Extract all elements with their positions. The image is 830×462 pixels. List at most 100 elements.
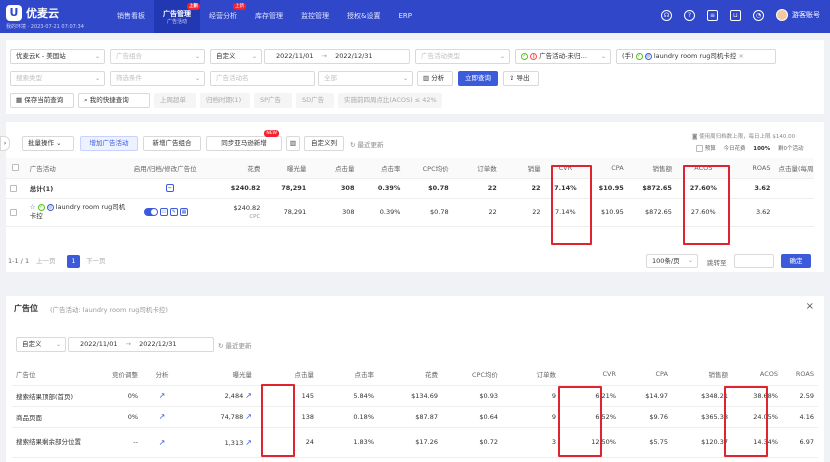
row-checkbox[interactable] xyxy=(10,184,17,192)
date-end[interactable]: 2022/12/31 xyxy=(335,52,372,60)
cart-icon[interactable]: ⊔ xyxy=(730,9,741,21)
prev-page-button[interactable]: 上一页 xyxy=(36,255,56,268)
col-roas[interactable]: ROAS xyxy=(730,158,775,179)
quick-tag-3[interactable]: SD广告 xyxy=(296,93,334,108)
placement-date-end[interactable]: 2022/12/31 xyxy=(139,340,176,348)
my-quick-query-button[interactable]: ⌕ 我的快捷查询 xyxy=(78,93,150,108)
close-icon[interactable]: × xyxy=(806,301,814,312)
page-size-select[interactable]: 100条/页 ⌄ xyxy=(646,254,698,268)
nav-business-analysis[interactable]: 经营分析 上新 xyxy=(200,0,246,33)
add-portfolio-button[interactable]: 新增广告组合 xyxy=(143,136,201,151)
tag-prefix: (手) xyxy=(622,52,634,60)
col-acos[interactable]: ACOS xyxy=(675,158,731,179)
batch-operation-button[interactable]: 批量操作 ⌄ xyxy=(22,136,74,151)
next-page-button[interactable]: 下一页 xyxy=(86,255,106,268)
refresh-icon: ↻ xyxy=(218,342,224,350)
placement-icon[interactable]: ▦ xyxy=(179,208,188,216)
col-cpa[interactable]: CPA xyxy=(586,158,628,179)
table-row[interactable]: ☆ ✓ ◎ laundry room rug司机卡控 ▭ ✎ ▦ $240.82… xyxy=(6,198,814,227)
custom-columns-button[interactable]: 自定义列 xyxy=(304,136,344,151)
col-impressions[interactable]: 曝光量 xyxy=(264,158,311,179)
add-campaign-button[interactable]: 增加广告活动 xyxy=(80,136,138,151)
date-range-picker[interactable]: 2022/11/01 → 2022/12/31 xyxy=(264,49,410,64)
col-spend[interactable]: 花费 xyxy=(222,158,265,179)
help-icon[interactable]: ? xyxy=(684,9,695,21)
jump-page-input[interactable] xyxy=(734,254,774,268)
placement-date-range[interactable]: 2022/11/01 → 2022/12/31 xyxy=(68,337,214,352)
nav-erp[interactable]: ERP xyxy=(389,0,421,33)
search-type-select[interactable]: 搜索类型 ⌄ xyxy=(10,71,105,86)
avatar[interactable] xyxy=(776,9,788,21)
column-chart-icon[interactable]: ▥ xyxy=(286,136,300,151)
budget-checkbox[interactable] xyxy=(696,145,703,152)
analyze-button[interactable]: ▥ 分析 xyxy=(417,71,453,86)
nav-ad-management[interactable]: 广告管理 广告活动 上新 xyxy=(154,0,200,33)
campaign-name-link[interactable]: laundry room rug司机卡控 xyxy=(30,203,126,220)
nav-auth-settings[interactable]: 授权&设置 xyxy=(338,0,389,33)
trend-chart-icon[interactable]: ↗ xyxy=(159,391,166,400)
campaign-name-input[interactable]: 广告活动名 xyxy=(210,71,315,86)
col-cvr[interactable]: CVR xyxy=(544,158,587,179)
collapse-handle[interactable]: › xyxy=(0,136,10,151)
app-logo[interactable]: U 优麦云 xyxy=(6,5,59,21)
close-icon[interactable]: × xyxy=(738,52,743,60)
trend-chart-icon[interactable]: ↗ xyxy=(245,438,252,447)
placement-refresh-link[interactable]: ↻ 最近更新 xyxy=(218,340,252,350)
trend-chart-icon[interactable]: ↗ xyxy=(159,412,166,421)
nav-sales-board[interactable]: 销售看板 xyxy=(108,0,154,33)
placement-date-mode-select[interactable]: 自定义 ⌄ xyxy=(16,337,66,352)
trend-chart-icon[interactable]: ↗ xyxy=(245,391,252,400)
select-all-checkbox[interactable] xyxy=(12,164,20,172)
app-subtitle: 我的环境 · 2023-07-21 07:07:34 xyxy=(6,24,84,30)
campaign-tag-filter[interactable]: (手) ✓ ◎ laundry room rug司机卡控 × xyxy=(616,49,776,64)
chevron-down-icon: ⌄ xyxy=(94,75,100,82)
quick-tag-4[interactable]: 实施前四周点比(ACOS) ≤ 42% xyxy=(338,93,442,108)
quick-tag-1[interactable]: 归档时期(1) xyxy=(200,93,250,108)
col-campaign[interactable]: 广告活动 xyxy=(25,158,130,179)
col-cpc[interactable]: CPC均价 xyxy=(404,158,453,179)
chevron-down-icon: ⌄ xyxy=(194,75,200,82)
star-icon[interactable]: ☆ xyxy=(30,203,36,211)
nav-monitoring[interactable]: 监控管理 xyxy=(292,0,338,33)
trend-chart-icon[interactable]: ↗ xyxy=(245,412,252,421)
chevron-down-icon: ⌄ xyxy=(499,53,505,60)
sync-amazon-button[interactable]: 同步亚马逊新增 NEW xyxy=(206,130,282,151)
refresh-link[interactable]: ↻ 最近更新 xyxy=(350,139,384,149)
campaign-panel: › 批量操作 ⌄ 增加广告活动 新增广告组合 同步亚马逊新增 NEW ▥ 自定义… xyxy=(0,122,824,272)
minus-icon[interactable]: − xyxy=(165,184,174,192)
page-1-button[interactable]: 1 xyxy=(67,255,80,268)
filter-condition-select[interactable]: 筛选条件 ⌄ xyxy=(110,71,205,86)
enable-toggle[interactable] xyxy=(143,208,158,216)
export-button[interactable]: ⇪ 导出 xyxy=(503,71,539,86)
col-orders: 订单数 xyxy=(502,363,560,386)
portfolio-select[interactable]: 广告组合 ⌄ xyxy=(110,49,205,64)
total-label: 总计(1) xyxy=(29,185,54,193)
document-icon[interactable]: ≡ xyxy=(707,9,718,21)
user-name[interactable]: 游客账号 xyxy=(792,10,820,20)
unit-select[interactable]: 全部 ⌄ xyxy=(318,71,413,86)
quick-tag-2[interactable]: SP广告 xyxy=(254,93,292,108)
col-units[interactable]: 销量 xyxy=(500,158,545,179)
store-select[interactable]: 优麦云K - 美国站 ⌄ xyxy=(10,49,105,64)
col-orders[interactable]: 订单数 xyxy=(452,158,501,179)
query-button[interactable]: 立即查询 xyxy=(458,71,498,86)
date-start[interactable]: 2022/11/01 xyxy=(276,52,313,60)
headset-icon[interactable]: ☊ xyxy=(661,9,672,21)
placement-date-start[interactable]: 2022/11/01 xyxy=(80,340,117,348)
row-checkbox[interactable] xyxy=(10,208,17,216)
status-filter[interactable]: ✓ ‖ 广告活动-未归… ⌄ xyxy=(515,49,611,64)
nav-inventory[interactable]: 库存管理 xyxy=(246,0,292,33)
bell-icon[interactable]: ◔ xyxy=(753,9,764,21)
col-clicks-weekly[interactable]: 点击量(每周点) xyxy=(774,158,814,179)
col-clicks[interactable]: 点击量 xyxy=(310,158,359,179)
quick-tag-0[interactable]: 上周超单 xyxy=(154,93,196,108)
trend-chart-icon[interactable]: ↗ xyxy=(159,438,166,447)
col-sales[interactable]: 销售额 xyxy=(627,158,676,179)
ad-type-select[interactable]: 广告活动类型 ⌄ xyxy=(415,49,510,64)
archive-icon[interactable]: ▭ xyxy=(159,208,168,216)
col-ctr[interactable]: 点击率 xyxy=(358,158,405,179)
save-query-button[interactable]: ▦ 保存当前查询 xyxy=(10,93,74,108)
edit-icon[interactable]: ✎ xyxy=(169,208,178,216)
date-mode-select[interactable]: 自定义 ⌄ xyxy=(210,49,262,64)
confirm-button[interactable]: 确定 xyxy=(781,254,811,268)
